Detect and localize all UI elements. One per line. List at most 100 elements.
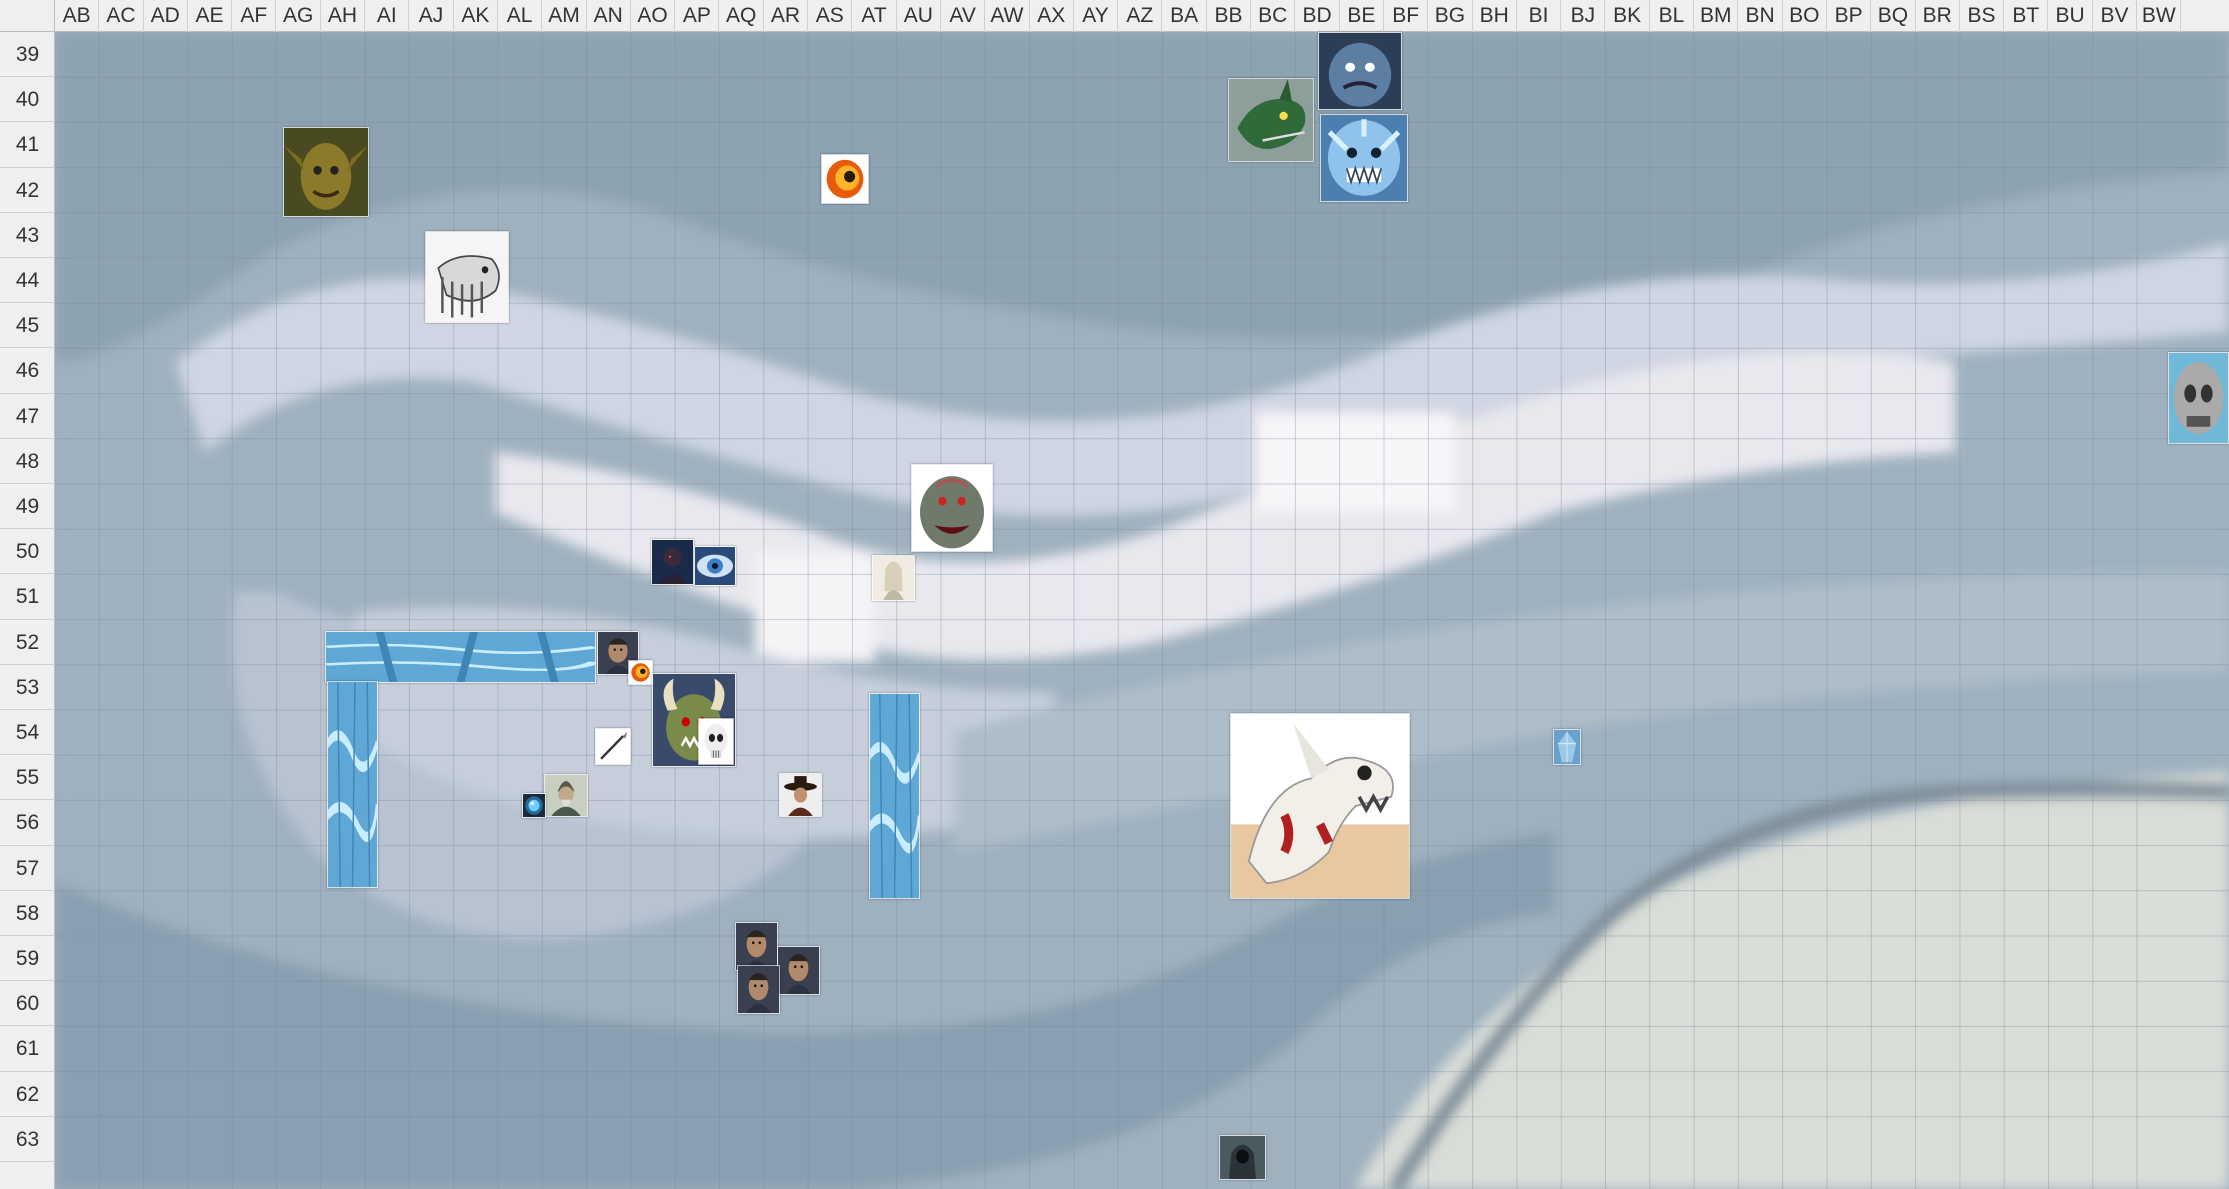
column-header-av[interactable]: AV: [941, 0, 986, 32]
column-header-ar[interactable]: AR: [764, 0, 809, 32]
row-header-62[interactable]: 62: [0, 1072, 55, 1117]
column-header-bn[interactable]: BN: [1738, 0, 1783, 32]
column-header-ba[interactable]: BA: [1163, 0, 1207, 32]
man-face-token-3[interactable]: [737, 965, 780, 1014]
column-header-ae[interactable]: AE: [188, 0, 233, 32]
column-header-bm[interactable]: BM: [1694, 0, 1739, 32]
row-header-48[interactable]: 48: [0, 439, 55, 484]
row-header-55[interactable]: 55: [0, 755, 55, 801]
column-header-bv[interactable]: BV: [2093, 0, 2138, 32]
row-header-44[interactable]: 44: [0, 258, 55, 304]
row-header-46[interactable]: 46: [0, 348, 55, 394]
column-header-ac[interactable]: AC: [99, 0, 144, 32]
bone-dragon-token[interactable]: [1230, 713, 1410, 899]
column-header-ag[interactable]: AG: [277, 0, 321, 32]
column-header-bq[interactable]: BQ: [1871, 0, 1916, 32]
column-header-bh[interactable]: BH: [1473, 0, 1517, 32]
row-header-50[interactable]: 50: [0, 529, 55, 575]
battle-map[interactable]: [55, 32, 2229, 1189]
small-fire-token[interactable]: [628, 660, 653, 685]
spear-token[interactable]: [595, 728, 631, 765]
hooded-figure-token[interactable]: [1219, 1135, 1266, 1180]
select-all-corner[interactable]: [0, 0, 55, 32]
blue-orb-token[interactable]: [522, 793, 546, 818]
row-header-56[interactable]: 56: [0, 800, 55, 846]
row-header-53[interactable]: 53: [0, 665, 55, 710]
column-header-am[interactable]: AM: [542, 0, 587, 32]
column-header-ah[interactable]: AH: [321, 0, 366, 32]
man-face-token-2[interactable]: [777, 946, 820, 995]
goblin-token[interactable]: [283, 127, 369, 217]
column-header-br[interactable]: BR: [1916, 0, 1960, 32]
column-header-bu[interactable]: BU: [2049, 0, 2093, 32]
column-header-bd[interactable]: BD: [1295, 0, 1340, 32]
column-header-aw[interactable]: AW: [985, 0, 1030, 32]
column-header-bp[interactable]: BP: [1827, 0, 1872, 32]
column-header-au[interactable]: AU: [897, 0, 941, 32]
column-header-bf[interactable]: BF: [1384, 0, 1429, 32]
row-header-39[interactable]: 39: [0, 32, 55, 78]
skull-stone-token[interactable]: [2168, 352, 2229, 444]
column-header-ao[interactable]: AO: [631, 0, 676, 32]
column-header-bw[interactable]: BW: [2137, 0, 2182, 32]
column-header-as[interactable]: AS: [808, 0, 853, 32]
fireball-token[interactable]: [821, 154, 869, 204]
hunter-token[interactable]: [779, 773, 822, 817]
column-header-be[interactable]: BE: [1340, 0, 1384, 32]
skull-token[interactable]: [698, 718, 734, 765]
row-header-49[interactable]: 49: [0, 484, 55, 530]
row-header-59[interactable]: 59: [0, 936, 55, 982]
skeletal-beast-token[interactable]: [425, 231, 509, 323]
column-header-bt[interactable]: BT: [2004, 0, 2049, 32]
row-header-60[interactable]: 60: [0, 981, 55, 1027]
blue-troll-token[interactable]: [1318, 32, 1402, 110]
column-header-ak[interactable]: AK: [454, 0, 498, 32]
row-header-40[interactable]: 40: [0, 77, 55, 123]
column-header-ab[interactable]: AB: [55, 0, 100, 32]
column-header-bc[interactable]: BC: [1251, 0, 1296, 32]
column-header-af[interactable]: AF: [232, 0, 277, 32]
ice-wall-horizontal[interactable]: [325, 631, 596, 683]
row-header-61[interactable]: 61: [0, 1026, 55, 1072]
column-header-ap[interactable]: AP: [675, 0, 720, 32]
column-header-bg[interactable]: BG: [1428, 0, 1473, 32]
green-dragon-token[interactable]: [1228, 78, 1314, 162]
man-face-token-1[interactable]: [735, 922, 778, 971]
row-header-42[interactable]: 42: [0, 168, 55, 213]
dark-figure-token[interactable]: [651, 539, 694, 585]
column-header-bj[interactable]: BJ: [1561, 0, 1606, 32]
column-header-aj[interactable]: AJ: [409, 0, 454, 32]
column-header-bs[interactable]: BS: [1960, 0, 2005, 32]
column-header-bi[interactable]: BI: [1517, 0, 1562, 32]
row-header-47[interactable]: 47: [0, 394, 55, 439]
ogre-token[interactable]: [911, 464, 993, 552]
wizard-token[interactable]: [544, 774, 588, 817]
row-header-57[interactable]: 57: [0, 846, 55, 891]
row-header-41[interactable]: 41: [0, 122, 55, 168]
column-header-ad[interactable]: AD: [144, 0, 188, 32]
column-header-aq[interactable]: AQ: [720, 0, 764, 32]
column-header-al[interactable]: AL: [498, 0, 543, 32]
ice-shard-token[interactable]: [1553, 729, 1581, 765]
column-header-bb[interactable]: BB: [1207, 0, 1252, 32]
column-header-an[interactable]: AN: [587, 0, 631, 32]
column-header-ai[interactable]: AI: [365, 0, 410, 32]
row-header-43[interactable]: 43: [0, 213, 55, 258]
column-header-bo[interactable]: BO: [1783, 0, 1827, 32]
row-header-58[interactable]: 58: [0, 891, 55, 936]
column-header-bl[interactable]: BL: [1650, 0, 1695, 32]
ice-wall-left[interactable]: [327, 681, 378, 888]
row-header-51[interactable]: 51: [0, 574, 55, 620]
row-header-52[interactable]: 52: [0, 620, 55, 665]
ice-wall-right[interactable]: [869, 693, 920, 899]
column-header-at[interactable]: AT: [852, 0, 897, 32]
row-header-63[interactable]: 63: [0, 1117, 55, 1162]
ice-troll-token[interactable]: [1320, 114, 1408, 202]
elf-token[interactable]: [872, 555, 915, 601]
column-header-az[interactable]: AZ: [1118, 0, 1163, 32]
row-header-54[interactable]: 54: [0, 710, 55, 756]
row-header-45[interactable]: 45: [0, 303, 55, 349]
blue-eye-token[interactable]: [694, 546, 736, 586]
column-header-ax[interactable]: AX: [1030, 0, 1074, 32]
column-header-bk[interactable]: BK: [1606, 0, 1650, 32]
